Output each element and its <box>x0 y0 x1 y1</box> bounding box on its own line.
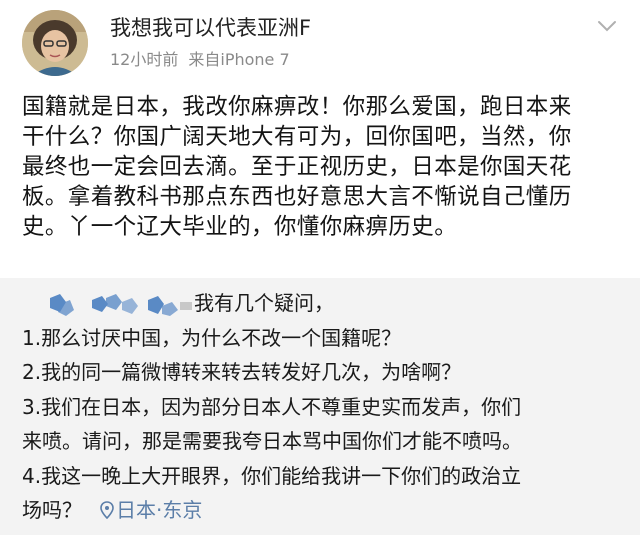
username[interactable]: 我想我可以代表亚洲F <box>110 12 311 42</box>
repost-line: 4.我这一晚上大开眼界，你们能给我讲一下你们的政治立 <box>22 463 522 488</box>
post-line: 干什么？你国广阔天地大有可为，回你国吧，当然，你 <box>22 124 572 150</box>
post-line: 史。丫一个辽大毕业的，你懂你麻痹历史。 <box>22 214 458 240</box>
post-meta: 12小时前 来自iPhone 7 <box>110 46 290 70</box>
avatar[interactable] <box>22 10 88 76</box>
post-line: 板。拿着教科书那点东西也好意思大言不惭说自己懂历 <box>22 184 572 210</box>
post-line: 最终也一定会回去滴。至于正视历史，日本是你国天花 <box>22 154 572 180</box>
repost-first-line: 我有几个疑问， <box>22 286 628 321</box>
avatar-image <box>22 10 88 76</box>
repost-line: 3.我们在日本，因为部分日本人不尊重史实而发声，你们 <box>22 394 522 419</box>
repost-last-line-text: 场吗？ <box>22 498 82 522</box>
repost-line: 2.我的同一篇微博转来转去转发好几次，为啥啊？ <box>22 360 462 384</box>
post-text: 国籍就是日本，我改你麻痹改！你那么爱国，跑日本来 干什么？你国广阔天地大有可为，… <box>22 92 628 242</box>
reposted-content[interactable]: 我有几个疑问， 1.那么讨厌中国，为什么不改一个国籍呢？ 2.我的同一篇微博转来… <box>0 278 640 535</box>
repost-last-line: 场吗？ 日本·东京 <box>22 493 628 528</box>
post-header: 我想我可以代表亚洲F 12小时前 来自iPhone 7 <box>0 0 640 82</box>
mosaic-blur-icon <box>50 293 192 316</box>
post-time: 12小时前 <box>110 50 179 69</box>
repost-text: 我有几个疑问， 1.那么讨厌中国，为什么不改一个国籍呢？ 2.我的同一篇微博转来… <box>22 286 628 528</box>
location-pin-icon <box>100 501 114 519</box>
post-source: 来自iPhone 7 <box>188 50 290 69</box>
repost-line: 1.那么讨厌中国，为什么不改一个国籍呢？ <box>22 325 402 350</box>
location-link[interactable]: 日本·东京 <box>116 498 202 522</box>
chevron-down-icon[interactable] <box>594 16 620 36</box>
repost-line: 来喷。请问，那是需要我夸日本骂中国你们才能不喷吗。 <box>22 429 522 453</box>
post-line: 国籍就是日本，我改你麻痹改！你那么爱国，跑日本来 <box>22 94 572 120</box>
repost-first-line-text: 我有几个疑问， <box>194 291 334 315</box>
